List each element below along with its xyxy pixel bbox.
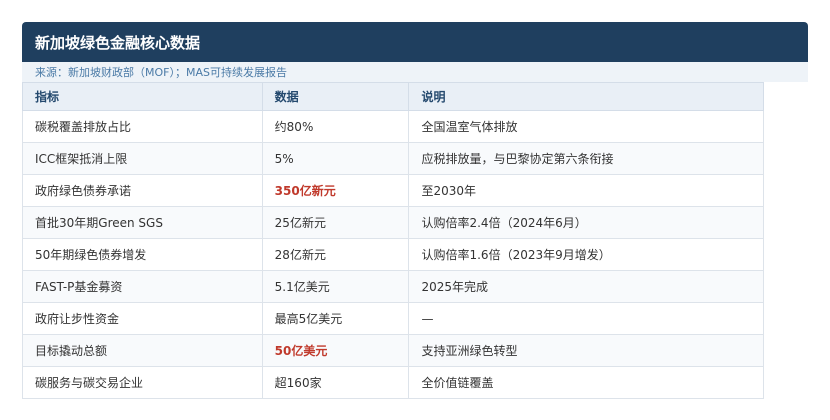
cell-note: 支持亚洲绿色转型: [408, 334, 764, 367]
cell-note: 全国温室气体排放: [408, 110, 764, 143]
cell-value: 28亿新元: [261, 238, 410, 271]
cell-indicator: 政府让步性资金: [22, 302, 263, 335]
cell-value: 350亿新元: [261, 174, 410, 207]
cell-indicator: 政府绿色债券承诺: [22, 174, 263, 207]
table-row: 政府绿色债券承诺 350亿新元 至2030年: [22, 174, 764, 207]
cell-value: 50亿美元: [261, 334, 410, 367]
table-row: 50年期绿色债券增发 28亿新元 认购倍率1.6倍（2023年9月增发）: [22, 238, 764, 271]
cell-indicator: 碳税覆盖排放占比: [22, 110, 263, 143]
data-table: 指标 数据 说明 碳税覆盖排放占比 约80% 全国温室气体排放 ICC框架抵消上限 5%…: [22, 82, 764, 399]
panel-title: 新加坡绿色金融核心数据: [22, 22, 808, 62]
source-note: 来源：新加坡财政部（MOF）；MAS可持续发展报告: [22, 62, 808, 82]
table-row: ICC框架抵消上限 5% 应税排放量，与巴黎协定第六条衔接: [22, 142, 764, 175]
cell-note: 应税排放量，与巴黎协定第六条衔接: [408, 142, 764, 175]
table-row: 碳服务与碳交易企业 超160家 全价值链覆盖: [22, 366, 764, 399]
column-header-value: 数据: [261, 82, 410, 111]
table-header-row: 指标 数据 说明: [22, 82, 764, 111]
cell-value: 超160家: [261, 366, 410, 399]
cell-note: 至2030年: [408, 174, 764, 207]
table-row: 首批30年期Green SGS 25亿新元 认购倍率2.4倍（2024年6月）: [22, 206, 764, 239]
table-row: FAST-P基金募资 5.1亿美元 2025年完成: [22, 270, 764, 303]
cell-value: 5%: [261, 142, 410, 175]
cell-value: 约80%: [261, 110, 410, 143]
cell-note: 全价值链覆盖: [408, 366, 764, 399]
cell-value: 5.1亿美元: [261, 270, 410, 303]
column-header-indicator: 指标: [22, 82, 263, 111]
cell-value: 25亿新元: [261, 206, 410, 239]
cell-note: —: [408, 302, 764, 335]
cell-indicator: ICC框架抵消上限: [22, 142, 263, 175]
table-row: 政府让步性资金 最高5亿美元 —: [22, 302, 764, 335]
data-panel: 新加坡绿色金融核心数据 来源：新加坡财政部（MOF）；MAS可持续发展报告 指标…: [22, 22, 808, 399]
table-row: 目标撬动总额 50亿美元 支持亚洲绿色转型: [22, 334, 764, 367]
cell-note: 认购倍率1.6倍（2023年9月增发）: [408, 238, 764, 271]
cell-indicator: 碳服务与碳交易企业: [22, 366, 263, 399]
cell-indicator: 50年期绿色债券增发: [22, 238, 263, 271]
table-body: 碳税覆盖排放占比 约80% 全国温室气体排放 ICC框架抵消上限 5% 应税排放量，与巴黎…: [22, 110, 764, 399]
cell-value: 最高5亿美元: [261, 302, 410, 335]
cell-indicator: 首批30年期Green SGS: [22, 206, 263, 239]
cell-note: 认购倍率2.4倍（2024年6月）: [408, 206, 764, 239]
cell-indicator: 目标撬动总额: [22, 334, 263, 367]
column-header-note: 说明: [408, 82, 764, 111]
cell-note: 2025年完成: [408, 270, 764, 303]
table-row: 碳税覆盖排放占比 约80% 全国温室气体排放: [22, 110, 764, 143]
cell-indicator: FAST-P基金募资: [22, 270, 263, 303]
